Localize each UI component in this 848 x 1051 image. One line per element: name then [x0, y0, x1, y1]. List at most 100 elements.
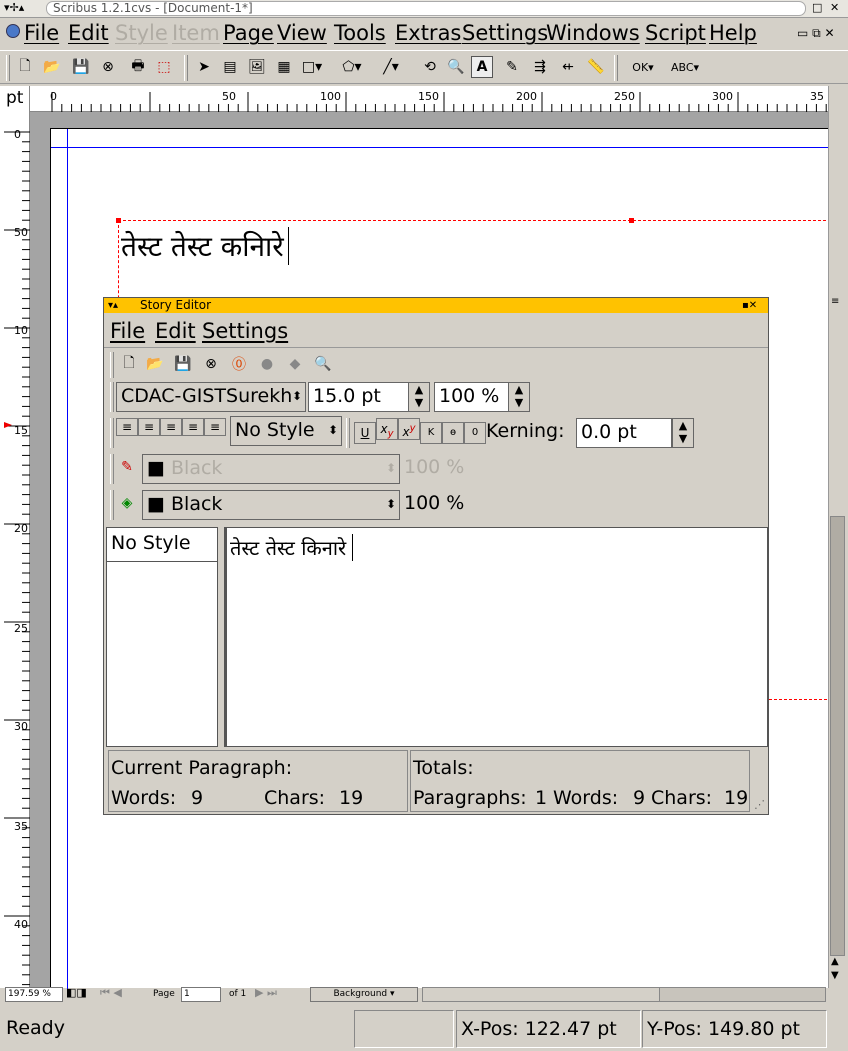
menu-file[interactable]: File [24, 21, 59, 45]
unlink-frames-icon[interactable]: ⇷ [557, 56, 579, 78]
font-size-field[interactable]: 15.0 pt [308, 382, 410, 412]
polygon-icon[interactable]: ⬠▾ [341, 56, 363, 78]
mdi-window-buttons[interactable]: ▭ ⧉ ✕ [797, 26, 835, 41]
style-list[interactable]: No Style [106, 527, 218, 747]
print-icon[interactable]: 🖶 [127, 56, 149, 78]
toolbar-grip[interactable] [184, 55, 188, 81]
horizontal-scrollbar[interactable] [422, 987, 826, 1002]
reload-icon[interactable]: ● [256, 353, 278, 375]
edit-text-icon[interactable]: A [471, 56, 493, 78]
open-file-icon[interactable]: 📂 [144, 353, 166, 375]
toolbar-grip[interactable] [346, 418, 350, 448]
font-select[interactable]: CDAC-GISTSurekh ⬍ [116, 382, 306, 412]
cancel-icon[interactable]: ⊗ [200, 353, 222, 375]
paragraph-style-select[interactable]: No Style ⬍ [230, 416, 342, 446]
style-list-item[interactable]: No Style [107, 528, 217, 562]
spellcheck-icon[interactable]: ABC▾ [665, 56, 705, 78]
toolbar-grip[interactable] [110, 490, 114, 520]
zoom-buttons-icon[interactable]: ◧◨ [66, 986, 87, 999]
toolbar-grip[interactable] [110, 418, 114, 448]
fill-shade[interactable]: 100 % [404, 492, 464, 514]
close-icon[interactable]: ✕ [830, 2, 839, 14]
menu-help[interactable]: Help [709, 21, 757, 45]
window-menu-icon[interactable]: ▾▴ [108, 298, 118, 313]
frame-handle[interactable] [629, 218, 634, 223]
stroke-shade[interactable]: 100 % [404, 456, 464, 478]
doc-icon[interactable]: ◆ [284, 353, 306, 375]
align-center-icon[interactable]: ≡ [138, 418, 160, 436]
scroll-up-icon[interactable]: ▲ [831, 956, 839, 967]
subscript-icon[interactable]: xy [376, 418, 398, 440]
kerning-field[interactable]: 0.0 pt [576, 418, 672, 448]
toolbar-grip[interactable] [110, 352, 114, 378]
kerning-spinner[interactable]: ▲ ▼ [672, 418, 694, 448]
menu-windows[interactable]: Windows [546, 21, 640, 45]
strikethrough-icon[interactable]: ɵ [442, 422, 464, 444]
new-document-icon[interactable]: 🗋 [14, 56, 36, 78]
superscript-icon[interactable]: xy [398, 418, 420, 440]
menu-style[interactable]: Style [115, 21, 168, 45]
rotate-icon[interactable]: ⟲ [419, 56, 441, 78]
menu-settings[interactable]: Settings [462, 21, 548, 45]
document-text[interactable]: तेस्ट तेस्ट कनिारे [121, 227, 289, 265]
pdf-tools-icon[interactable]: OK▾ [623, 56, 663, 78]
open-icon[interactable]: 📂 [41, 56, 63, 78]
zoom-field[interactable]: 197.59 % [5, 987, 63, 1002]
align-right-icon[interactable]: ≡ [160, 418, 182, 436]
measure-icon[interactable]: 📏 [585, 56, 607, 78]
align-left-icon[interactable]: ≡ [116, 418, 138, 436]
update-frame-icon[interactable]: ⓪ [228, 353, 250, 375]
font-size-spinner[interactable]: ▲ ▼ [408, 382, 430, 412]
editor-text[interactable]: तेस्ट तेस्ट किनारे [230, 534, 354, 561]
link-frames-icon[interactable]: ⇶ [529, 56, 551, 78]
toolbar-grip[interactable] [6, 55, 10, 81]
menu-item[interactable]: Item [172, 21, 220, 45]
new-text-icon[interactable]: 🗋 [118, 353, 140, 375]
text-editor-area[interactable]: तेस्ट तेस्ट किनारे [224, 527, 768, 747]
toolbar-grip[interactable] [110, 454, 114, 484]
story-menu-file[interactable]: File [110, 319, 145, 343]
pdf-icon[interactable]: ⬚ [153, 56, 175, 78]
small-caps-icon[interactable]: K [420, 422, 442, 444]
stroke-color-select[interactable]: ■ Black ⬍ [142, 454, 400, 484]
page-field[interactable]: 1 [181, 987, 221, 1002]
align-forced-icon[interactable]: ≡ [204, 418, 226, 436]
story-menu-settings[interactable]: Settings [202, 319, 288, 343]
story-editor-window[interactable]: ▾▴ Story Editor ▪✕ File Edit Settings 🗋 … [103, 297, 769, 815]
menu-view[interactable]: View [277, 21, 327, 45]
outline-icon[interactable]: 0 [464, 422, 486, 444]
window-menu-icon[interactable]: ▾✢▴ [4, 2, 24, 14]
close-icon[interactable]: ▪✕ [742, 298, 757, 313]
scrollbar-thumb[interactable] [830, 516, 845, 956]
scale-field[interactable]: 100 % [434, 382, 510, 412]
horizontal-ruler[interactable]: pt 0 50 100 150 200 250 300 35 [0, 86, 828, 112]
menu-edit[interactable]: Edit [68, 21, 109, 45]
select-icon[interactable]: ➤ [193, 56, 215, 78]
fill-color-select[interactable]: ■ Black ⬍ [142, 490, 400, 520]
menu-extras[interactable]: Extras [395, 21, 461, 45]
image-frame-icon[interactable]: 🖼 [246, 56, 268, 78]
resize-grip-icon[interactable]: ⋰ [754, 798, 765, 811]
story-menu-edit[interactable]: Edit [155, 319, 196, 343]
save-file-icon[interactable]: 💾 [172, 353, 194, 375]
table-icon[interactable]: ▦ [273, 56, 295, 78]
menu-tools[interactable]: Tools [334, 21, 386, 45]
menu-script[interactable]: Script [645, 21, 706, 45]
toolbar-grip[interactable] [614, 55, 618, 81]
underline-icon[interactable]: U [354, 422, 376, 444]
layer-select[interactable]: Background ▾ [310, 987, 418, 1002]
h-scroll-thumb[interactable] [423, 988, 660, 1001]
scroll-down-icon[interactable]: ▼ [831, 970, 839, 981]
minimize-icon[interactable]: □ [812, 2, 822, 14]
menu-page[interactable]: Page [223, 21, 274, 45]
rectangle-icon[interactable]: □▾ [301, 56, 323, 78]
text-frame-icon[interactable]: ▤ [219, 56, 241, 78]
page-nav-first-icon[interactable]: ⏮ ◀ [100, 986, 122, 1000]
story-editor-icon[interactable]: ✎ [501, 56, 523, 78]
frame-handle[interactable] [116, 218, 121, 223]
save-icon[interactable]: 💾 [70, 56, 92, 78]
story-editor-titlebar[interactable]: ▾▴ Story Editor ▪✕ [104, 298, 768, 313]
zoom-icon[interactable]: 🔍 [445, 56, 467, 78]
toolbar-grip[interactable] [110, 382, 114, 412]
scale-spinner[interactable]: ▲ ▼ [508, 382, 530, 412]
